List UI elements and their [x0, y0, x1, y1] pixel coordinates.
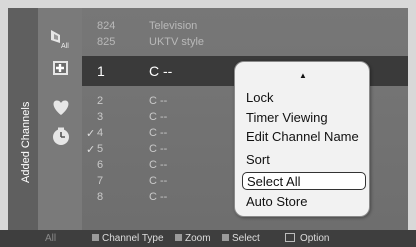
menu-item-edit-channel-name[interactable]: Edit Channel Name: [242, 128, 366, 146]
check-mark: ✓: [86, 128, 96, 140]
footer-zoom: Zoom: [175, 233, 211, 244]
channel-row[interactable]: 824 Television: [82, 18, 408, 35]
channel-number: 824: [97, 20, 116, 32]
channel-name: UKTV style: [149, 36, 205, 48]
channel-number: 3: [97, 111, 104, 123]
channel-name: C --: [149, 143, 168, 155]
footer-option: Option: [285, 233, 329, 244]
channel-number: 4: [97, 127, 104, 139]
all-badge: All: [61, 43, 69, 50]
channel-number: 825: [97, 36, 116, 48]
menu-item-sort[interactable]: Sort: [242, 151, 366, 169]
tools-key-icon: [285, 233, 295, 242]
added-channels-icon[interactable]: [48, 58, 74, 80]
all-channels-icon[interactable]: All: [48, 28, 74, 50]
channel-number: 7: [97, 175, 104, 187]
channel-row[interactable]: 825 UKTV style: [82, 34, 408, 51]
zoom-key-icon: [175, 234, 182, 241]
footer-select-label: Select: [232, 233, 260, 244]
channel-name: C --: [149, 63, 173, 79]
menu-item-timer-viewing[interactable]: Timer Viewing: [242, 109, 366, 127]
channel-type-key-icon: [92, 234, 99, 241]
favorite-icon[interactable]: [48, 96, 74, 118]
tools-popup-menu: ▲ Lock Timer Viewing Edit Channel Name S…: [234, 61, 370, 217]
channel-name: C --: [149, 159, 168, 171]
footer-all-label: All: [45, 233, 57, 244]
footer-help-bar: All Channel Type Zoom Select Option: [0, 230, 416, 247]
channel-name: C --: [149, 127, 168, 139]
channel-name: C --: [149, 111, 168, 123]
channel-name: C --: [149, 191, 168, 203]
timer-clock-icon[interactable]: [48, 126, 74, 148]
footer-option-label: Option: [300, 233, 330, 244]
tv-channel-list-screen: Added Channels All 824 Television 825 UK…: [0, 0, 416, 247]
select-key-icon: [222, 234, 229, 241]
side-tab-label: Added Channels: [20, 101, 32, 183]
channel-name: C --: [149, 175, 168, 187]
footer-channel-type-label: Channel Type: [102, 233, 164, 244]
channel-number: 2: [97, 95, 104, 107]
channel-number: 8: [97, 191, 104, 203]
channel-number: 5: [97, 143, 104, 155]
channel-number: 1: [97, 63, 105, 79]
menu-item-lock[interactable]: Lock: [242, 89, 366, 107]
menu-item-auto-store[interactable]: Auto Store: [242, 193, 366, 211]
footer-select: Select: [222, 233, 260, 244]
channel-number: 6: [97, 159, 104, 171]
side-tab[interactable]: Added Channels: [8, 8, 38, 230]
menu-item-select-all[interactable]: Select All: [242, 172, 366, 190]
footer-zoom-label: Zoom: [185, 233, 211, 244]
check-mark: ✓: [86, 144, 96, 156]
category-icon-column: All: [38, 8, 82, 230]
channel-name: C --: [149, 95, 168, 107]
channel-name: Television: [149, 20, 198, 32]
footer-channel-type: Channel Type: [92, 233, 164, 244]
channel-list-panel: Added Channels All 824 Television 825 UK…: [8, 8, 408, 230]
scroll-up-arrow-icon[interactable]: ▲: [235, 71, 371, 80]
